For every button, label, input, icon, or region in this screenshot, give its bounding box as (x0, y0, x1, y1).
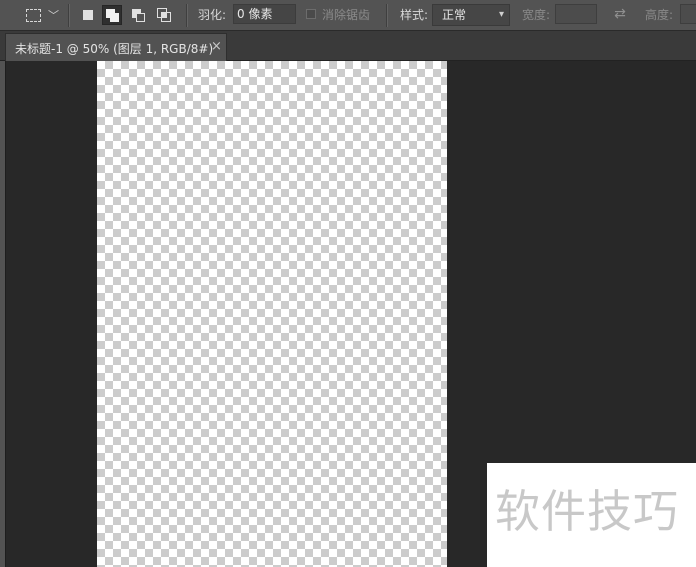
anti-alias-label: 消除锯齿 (322, 8, 371, 22)
watermark: 软件技巧 (487, 463, 696, 567)
width-label: 宽度: (522, 8, 551, 22)
width-input[interactable] (555, 4, 597, 24)
tool-preset-picker[interactable]: ﹀ (22, 6, 62, 26)
document-tab-bar: 未标题-1 @ 50% (图层 1, RGB/8#) × (0, 31, 696, 61)
add-to-selection-button[interactable] (102, 5, 122, 25)
swap-width-height-icon[interactable]: ⇄ (612, 6, 628, 22)
chevron-down-icon: ﹀ (48, 9, 59, 22)
new-selection-icon (83, 10, 93, 20)
feather-input[interactable]: 0 像素 (233, 4, 296, 24)
photoshop-window: ﹀ 羽化: 0 像素 消除锯齿 样式: 正常 ▾ 宽度: ⇄ 高度: 未标题-1… (0, 0, 696, 567)
document-tab-title: 未标题-1 @ 50% (图层 1, RGB/8#) (15, 42, 214, 56)
transparent-canvas[interactable] (97, 61, 447, 567)
height-label: 高度: (645, 8, 674, 22)
style-label: 样式: (400, 8, 429, 22)
rect-marquee-icon (26, 9, 41, 22)
close-icon[interactable]: × (211, 38, 222, 56)
style-select-value: 正常 (442, 8, 467, 22)
intersect-selection-button[interactable] (154, 5, 174, 25)
document-tab[interactable]: 未标题-1 @ 50% (图层 1, RGB/8#) × (5, 33, 227, 61)
watermark-text: 软件技巧 (495, 485, 680, 538)
separator (68, 4, 70, 27)
separator (186, 4, 188, 27)
subtract-from-selection-button[interactable] (128, 5, 148, 25)
style-select[interactable]: 正常 ▾ (432, 4, 510, 26)
chevron-down-icon: ▾ (498, 9, 504, 20)
feather-label: 羽化: (198, 8, 227, 22)
options-bar: ﹀ 羽化: 0 像素 消除锯齿 样式: 正常 ▾ 宽度: ⇄ 高度: (0, 0, 696, 31)
height-input[interactable] (680, 4, 696, 24)
separator (386, 4, 388, 27)
tools-panel-edge (0, 61, 6, 567)
new-selection-button[interactable] (78, 5, 98, 25)
anti-alias-checkbox[interactable] (306, 9, 316, 19)
